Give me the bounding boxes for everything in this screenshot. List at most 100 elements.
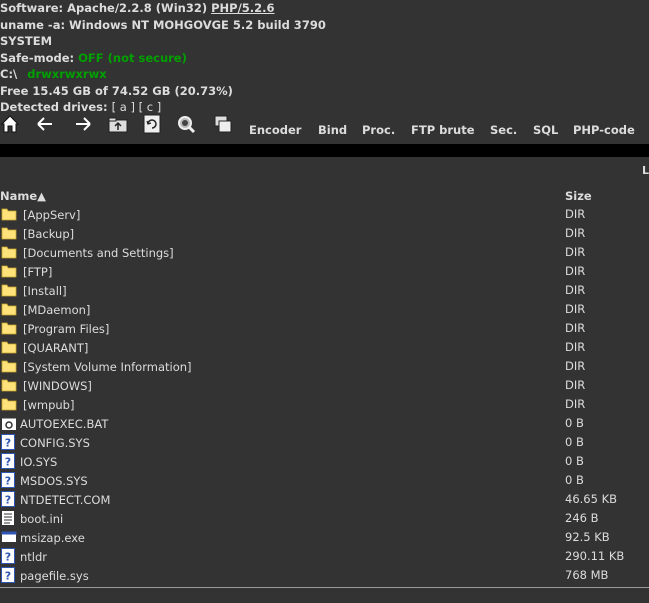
search-icon[interactable]: [176, 114, 196, 134]
folder-row[interactable]: [MDaemon] DIR: [0, 301, 649, 320]
entry-size: DIR: [565, 359, 586, 373]
current-path[interactable]: C:\: [0, 67, 17, 81]
permissions: drwxrwxrwx: [27, 67, 107, 81]
home-icon[interactable]: [0, 114, 20, 134]
entry-size: 246 B: [565, 511, 599, 525]
path-line: C:\ drwxrwxrwx: [0, 66, 649, 83]
folder-row[interactable]: [FTP] DIR: [0, 263, 649, 282]
entry-size: DIR: [565, 264, 586, 278]
entry-name[interactable]: [AppServ]: [23, 208, 80, 222]
file-row[interactable]: ? ntldr 290.11 KB: [0, 548, 649, 567]
folder-icon: [1, 301, 17, 317]
folder-row[interactable]: [Backup] DIR: [0, 225, 649, 244]
file-row[interactable]: AUTOEXEC.BAT 0 B: [0, 415, 649, 434]
entry-name[interactable]: [wmpub]: [23, 398, 74, 412]
folder-row[interactable]: [Install] DIR: [0, 282, 649, 301]
entry-name[interactable]: [Install]: [23, 284, 67, 298]
name-header-label: Name: [0, 189, 38, 203]
entry-name[interactable]: [System Volume Information]: [23, 360, 192, 374]
back-icon[interactable]: [35, 114, 55, 134]
file-row[interactable]: msizap.exe 92.5 KB: [0, 529, 649, 548]
buffer-icon[interactable]: [213, 114, 233, 134]
svg-text:?: ?: [5, 570, 11, 583]
entry-name[interactable]: boot.ini: [20, 512, 63, 526]
entry-size: DIR: [565, 340, 586, 354]
unknown-file-icon: ?: [1, 548, 17, 564]
file-row[interactable]: ? IO.SYS 0 B: [0, 453, 649, 472]
entry-name[interactable]: [Program Files]: [23, 322, 109, 336]
entry-name[interactable]: AUTOEXEC.BAT: [20, 417, 108, 431]
file-row[interactable]: boot.ini 246 B: [0, 510, 649, 529]
svg-text:?: ?: [5, 456, 11, 469]
proc-link[interactable]: Proc.: [362, 123, 395, 137]
folder-row[interactable]: [WINDOWS] DIR: [0, 377, 649, 396]
file-row[interactable]: ? NTDETECT.COM 46.65 KB: [0, 491, 649, 510]
sql-link[interactable]: SQL: [533, 123, 558, 137]
truncated-header-label: L: [641, 164, 649, 177]
entry-name[interactable]: [Backup]: [23, 227, 74, 241]
file-row[interactable]: ? MSDOS.SYS 0 B: [0, 472, 649, 491]
folder-row[interactable]: [Program Files] DIR: [0, 320, 649, 339]
entry-size: 768 MB: [565, 568, 609, 582]
file-row[interactable]: ? pagefile.sys 768 MB: [0, 567, 649, 586]
entry-name[interactable]: NTDETECT.COM: [20, 493, 110, 507]
folder-icon: [1, 282, 17, 298]
entry-name[interactable]: pagefile.sys: [20, 569, 89, 583]
entry-size: 290.11 KB: [565, 549, 625, 563]
software-label: Software: Apache/2.2.8 (Win32): [0, 1, 212, 15]
entry-name[interactable]: IO.SYS: [20, 455, 57, 469]
entry-size: 0 B: [565, 416, 584, 430]
folder-row[interactable]: [AppServ] DIR: [0, 206, 649, 225]
safe-mode-line: Safe-mode: OFF (not secure): [0, 50, 649, 67]
entry-name[interactable]: [Documents and Settings]: [23, 246, 174, 260]
entry-size: DIR: [565, 302, 586, 316]
entry-name[interactable]: [FTP]: [23, 265, 52, 279]
folder-row[interactable]: [Documents and Settings] DIR: [0, 244, 649, 263]
sort-asc-icon: ▲: [37, 189, 47, 203]
safe-mode-value: OFF (not secure): [78, 50, 187, 65]
file-row[interactable]: ? CONFIG.SYS 0 B: [0, 434, 649, 453]
unknown-file-icon: ?: [1, 491, 17, 507]
folder-icon: [1, 339, 17, 355]
folder-icon: [1, 244, 17, 260]
folder-icon: [1, 377, 17, 393]
unknown-file-icon: ?: [1, 472, 17, 488]
php-code-link[interactable]: PHP-code: [573, 123, 635, 137]
toolbar: Encoder Bind Proc. FTP brute Sec. SQL PH…: [0, 112, 649, 142]
entry-size: 92.5 KB: [565, 530, 610, 544]
folder-icon: [1, 206, 17, 222]
entry-name[interactable]: msizap.exe: [20, 531, 85, 545]
entry-name[interactable]: [WINDOWS]: [23, 379, 92, 393]
server-info: Software: Apache/2.2.8 (Win32) PHP/5.2.6…: [0, 0, 649, 116]
unknown-file-icon: ?: [1, 434, 17, 450]
folder-icon: [1, 358, 17, 374]
entry-name[interactable]: ntldr: [20, 550, 47, 564]
software-line: Software: Apache/2.2.8 (Win32) PHP/5.2.6: [0, 0, 649, 17]
unknown-file-icon: ?: [1, 453, 17, 469]
forward-icon[interactable]: [73, 114, 93, 134]
refresh-icon[interactable]: [142, 114, 162, 134]
entry-name[interactable]: CONFIG.SYS: [20, 436, 90, 450]
folder-row[interactable]: [wmpub] DIR: [0, 396, 649, 415]
folder-icon: [1, 396, 17, 412]
entry-name[interactable]: MSDOS.SYS: [20, 474, 88, 488]
entry-size: 0 B: [565, 435, 584, 449]
entry-name[interactable]: [QUARANT]: [23, 341, 88, 355]
up-folder-icon[interactable]: [108, 114, 128, 134]
user-line: SYSTEM: [0, 34, 53, 48]
unknown-file-icon: ?: [1, 567, 17, 583]
sec-link[interactable]: Sec.: [490, 123, 517, 137]
bind-link[interactable]: Bind: [318, 123, 347, 137]
size-column-header[interactable]: Size: [565, 189, 592, 203]
name-column-header[interactable]: Name▲: [0, 189, 46, 203]
entry-size: 0 B: [565, 473, 584, 487]
folder-row[interactable]: [System Volume Information] DIR: [0, 358, 649, 377]
ftp-brute-link[interactable]: FTP brute: [411, 123, 475, 137]
bat-file-icon: [1, 415, 17, 431]
php-version-link[interactable]: PHP/5.2.6: [211, 1, 274, 15]
svg-text:?: ?: [5, 437, 11, 450]
entry-size: 46.65 KB: [565, 492, 618, 506]
entry-name[interactable]: [MDaemon]: [23, 303, 90, 317]
folder-row[interactable]: [QUARANT] DIR: [0, 339, 649, 358]
encoder-link[interactable]: Encoder: [249, 123, 301, 137]
